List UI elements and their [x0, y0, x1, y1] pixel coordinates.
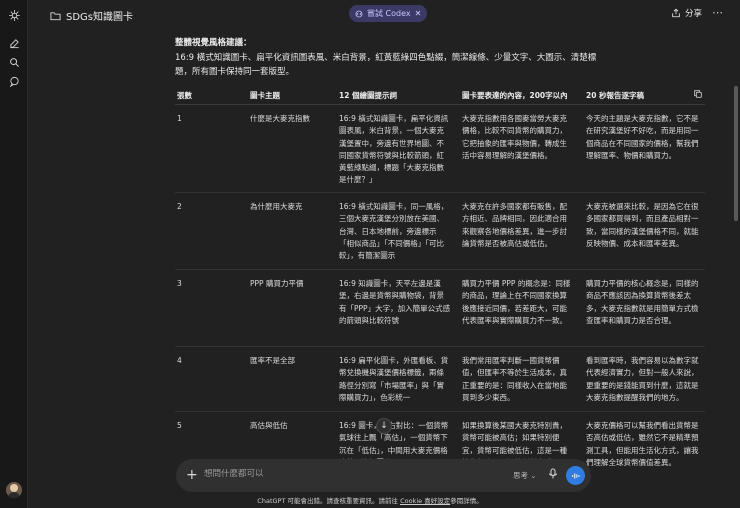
model-label: 思考	[513, 471, 528, 480]
chat-bubble-icon[interactable]	[7, 74, 21, 88]
cell-content: 我們常用匯率判斷一國貨幣價值，但匯率不等於生活成本，真正重要的是：同樣收入在當地…	[462, 356, 567, 402]
project-title-text: SDGs知識圖卡	[66, 12, 134, 23]
cell-prompt: 16:9 橫式知識圖卡，同一風格，三個大麥克漢堡分別放在美國、台灣、日本地標前，…	[339, 202, 449, 261]
model-selector[interactable]: 思考 ⌄	[513, 470, 536, 481]
top-header: SDGs知識圖卡 嘗試 Codex ✕ 分享 ⋯	[28, 0, 740, 28]
composer: + 思考 ⌄	[176, 459, 591, 492]
chevron-down-icon: ⌄	[530, 472, 537, 480]
voice-waveform-icon	[571, 473, 579, 478]
header-no: 張數	[177, 91, 192, 100]
codex-icon	[355, 10, 363, 17]
left-rail	[0, 0, 28, 508]
share-button[interactable]: 分享	[671, 7, 702, 19]
copy-table-icon[interactable]	[693, 89, 703, 99]
cell-script: 看到匯率時，我們容易以為數字就代表經濟實力，但對一般人來說，更重要的是錢能買到什…	[586, 356, 699, 402]
disclaimer: ChatGPT 可能會出錯。請查核重要資訊。請前往 Cookie 喜好設定參閱詳…	[0, 495, 740, 505]
cell-no: 4	[177, 356, 182, 365]
header-script: 20 秒報告逐字稿	[586, 91, 645, 100]
cell-topic: PPP 購買力平價	[250, 279, 304, 288]
cell-no: 1	[177, 114, 182, 123]
cell-script: 大麥克被選來比較，是因為它在很多國家都買得到，而且產品相對一致，當同樣的漢堡價格…	[586, 202, 699, 248]
scrollbar[interactable]	[734, 86, 738, 221]
header-prompt: 12 個繪圖提示詞	[339, 91, 398, 100]
add-attachment-button[interactable]: +	[186, 467, 198, 483]
cell-topic: 高估與低估	[250, 421, 288, 430]
table-row: 1 什麼是大麥克指數 16:9 橫式知識圖卡，扁平化資訊圖表風，米白背景，一個大…	[175, 105, 705, 193]
folder-icon	[50, 11, 61, 20]
cell-no: 3	[177, 279, 182, 288]
cell-prompt: 16:9 扁平化圖卡，外匯看板、貨幣兌換機與漢堡價格標籤，兩條路徑分別寫「市場匯…	[339, 356, 449, 402]
style-body: 16:9 橫式知識圖卡、扁平化資訊圖表風、米白背景，紅黃藍綠四色點綴，簡潔線條、…	[175, 53, 597, 77]
search-icon[interactable]	[7, 55, 21, 69]
cell-script: 購買力平價的核心概念是，同樣的商品不應該因為換算貨幣後差太多，大麥克指數就是用簡…	[586, 279, 699, 325]
cell-script: 大麥克價格可以幫我們看出貨幣是否高估或低估，雖然它不是精準預測工具，但能用生活化…	[586, 421, 699, 467]
cell-content: 大麥克指數用各國麥當勞大麥克價格，比較不同貨幣的購買力，它把抽象的匯率與物價，轉…	[462, 114, 567, 160]
cell-no: 5	[177, 421, 182, 430]
cell-prompt: 16:9 橫式知識圖卡，扁平化資訊圖表風，米白背景，一個大麥克漢堡置中，旁邊有世…	[339, 114, 449, 185]
project-title[interactable]: SDGs知識圖卡	[50, 8, 133, 23]
cell-no: 2	[177, 202, 182, 211]
codex-pill[interactable]: 嘗試 Codex ✕	[349, 5, 428, 22]
cell-content: 大麥克在許多國家都有販售，配方相近、品牌相同，因此適合用來觀察各地價格差異，進一…	[462, 202, 567, 248]
new-chat-icon[interactable]	[7, 36, 21, 50]
openai-logo-icon[interactable]	[7, 8, 21, 22]
table-row: 4 匯率不是全部 16:9 扁平化圖卡，外匯看板、貨幣兌換機與漢堡價格標籤，兩條…	[175, 347, 705, 412]
table-row: 3 PPP 購買力平價 16:9 知識圖卡，天平左邊是漢堡，右邊是貨幣與購物袋，…	[175, 270, 705, 347]
microphone-button[interactable]	[548, 468, 558, 482]
header-topic: 圖卡主題	[250, 91, 280, 100]
cards-table: 張數 圖卡主題 12 個繪圖提示詞 圖卡要表達的內容，200字以內 20 秒報告…	[175, 85, 705, 472]
close-icon[interactable]: ✕	[415, 9, 422, 18]
cell-prompt: 16:9 知識圖卡，天平左邊是漢堡，右邊是貨幣與購物袋，背景有「PPP」大字，加…	[339, 279, 451, 325]
cell-script: 今天的主題是大麥克指數，它不是在研究漢堡好不好吃，而是用同一個商品在不同國家的價…	[586, 114, 699, 160]
scroll-down-button[interactable]: ↓	[376, 418, 392, 434]
table-row: 2 為什麼用大麥克 16:9 橫式知識圖卡，同一風格，三個大麥克漢堡分別放在美國…	[175, 193, 705, 270]
disclaimer-text: ChatGPT 可能會出錯。請查核重要資訊。請前往	[257, 497, 398, 505]
more-options-icon[interactable]: ⋯	[712, 6, 724, 19]
cell-content: 購買力平價 PPP 的概念是：同樣的商品，理論上在不同國家換算後應接近同價，若差…	[462, 279, 571, 325]
assistant-message: 整體視覺風格建議： 16:9 橫式知識圖卡、扁平化資訊圖表風、米白背景，紅黃藍綠…	[175, 36, 715, 79]
header-content: 圖卡要表達的內容，200字以內	[462, 91, 568, 100]
arrow-down-icon: ↓	[380, 421, 388, 431]
table-header: 張數 圖卡主題 12 個繪圖提示詞 圖卡要表達的內容，200字以內 20 秒報告…	[175, 85, 705, 105]
voice-mode-button[interactable]	[566, 466, 585, 485]
disclaimer-suffix: 參閱詳情。	[450, 497, 483, 505]
microphone-icon	[549, 468, 557, 479]
cell-topic: 匯率不是全部	[250, 356, 295, 365]
message-input[interactable]	[204, 469, 484, 479]
share-icon	[672, 8, 680, 18]
plus-icon: +	[186, 467, 198, 483]
codex-pill-label: 嘗試 Codex	[367, 9, 411, 18]
cell-topic: 為什麼用大麥克	[250, 202, 303, 211]
cookie-settings-link[interactable]: Cookie 喜好設定	[400, 497, 450, 505]
share-label: 分享	[684, 9, 702, 19]
cell-topic: 什麼是大麥克指數	[250, 114, 310, 123]
style-heading: 整體視覺風格建議：	[175, 38, 252, 48]
